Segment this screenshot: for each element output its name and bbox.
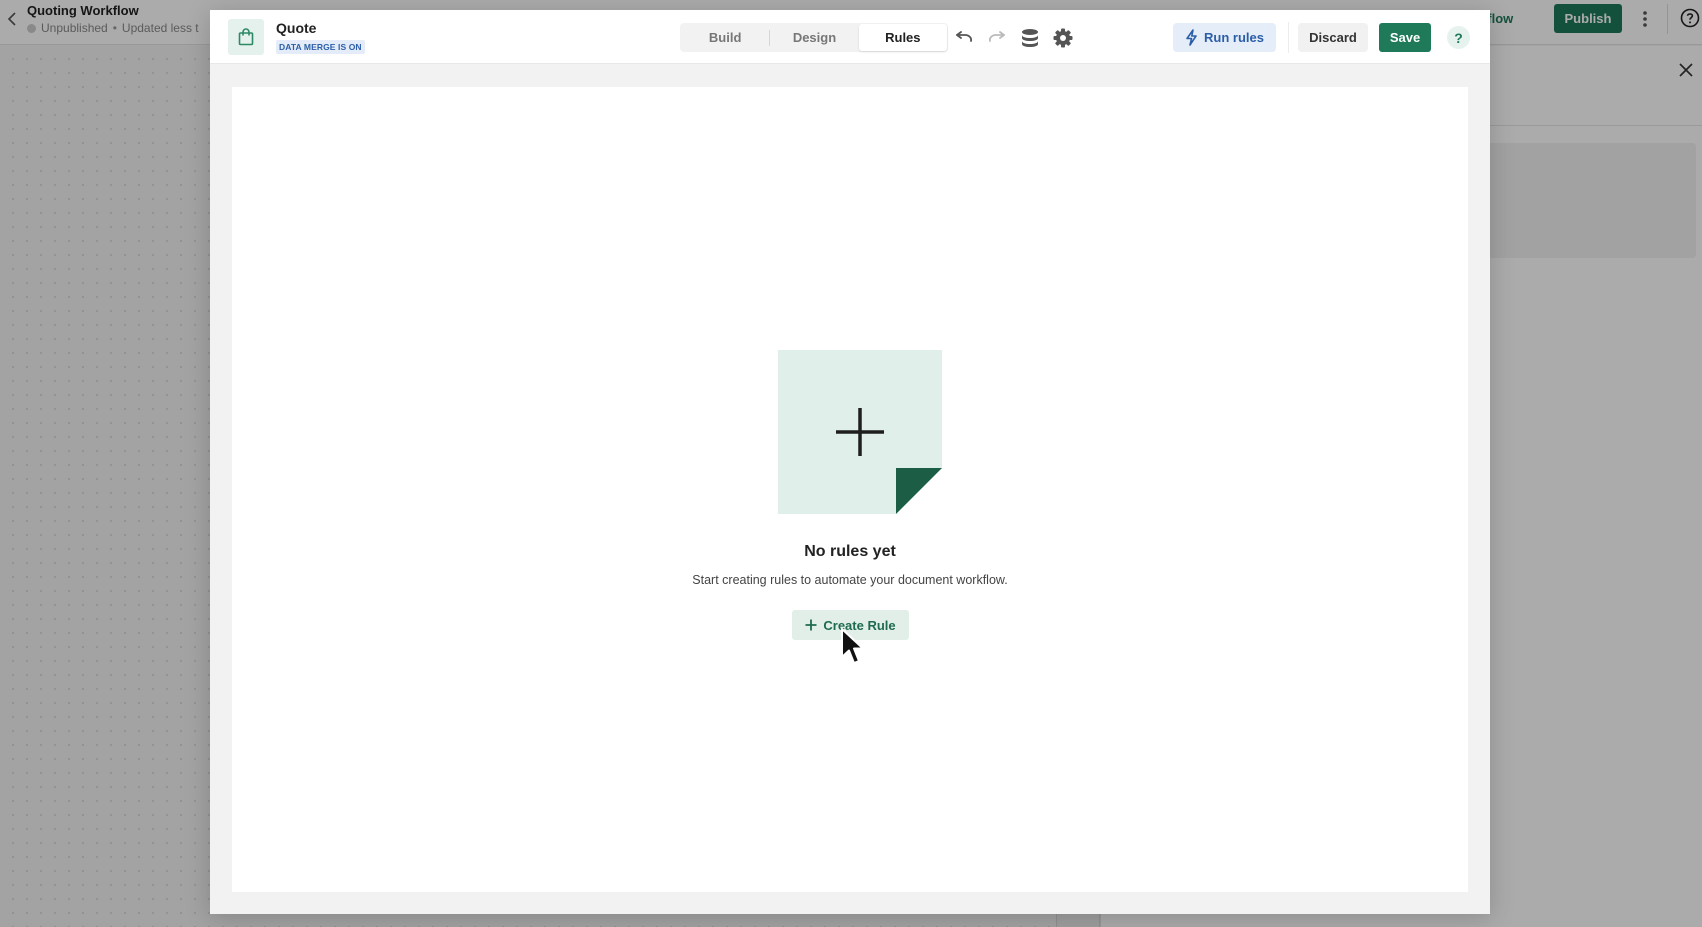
shopping-bag-icon: [238, 28, 254, 46]
modal-header: Quote DATA MERGE IS ON Build Design Rule…: [210, 10, 1490, 64]
document-type-badge: [228, 19, 264, 55]
empty-rules-illustration: [778, 350, 942, 514]
database-icon: [1022, 29, 1038, 47]
lightning-bolt-icon: [1186, 29, 1197, 46]
toolbar-divider: [1288, 22, 1289, 53]
settings-button[interactable]: [1052, 27, 1074, 49]
editor-tabs: Build Design Rules: [680, 23, 948, 52]
data-merge-badge: DATA MERGE IS ON: [276, 40, 365, 54]
empty-state-title: No rules yet: [804, 543, 896, 560]
rules-editor-modal: Quote DATA MERGE IS ON Build Design Rule…: [210, 10, 1490, 914]
plus-icon: [805, 619, 817, 631]
data-source-button[interactable]: [1019, 27, 1041, 49]
discard-button[interactable]: Discard: [1298, 23, 1368, 52]
create-rule-label: Create Rule: [823, 617, 896, 633]
tab-build[interactable]: Build: [681, 24, 769, 51]
document-title: Quote: [276, 20, 317, 36]
undo-icon: [956, 31, 972, 42]
rules-canvas: No rules yet Start creating rules to aut…: [232, 87, 1468, 892]
redo-button[interactable]: [986, 27, 1008, 49]
run-rules-label: Run rules: [1204, 30, 1264, 45]
create-rule-button[interactable]: Create Rule: [792, 610, 909, 640]
tab-design[interactable]: Design: [770, 24, 858, 51]
run-rules-button[interactable]: Run rules: [1173, 23, 1276, 52]
help-button[interactable]: ?: [1447, 26, 1470, 49]
undo-button[interactable]: [953, 27, 975, 49]
gear-icon: [1053, 28, 1073, 48]
save-button[interactable]: Save: [1379, 23, 1431, 52]
note-fold-shape: [896, 468, 942, 514]
redo-icon: [989, 31, 1005, 42]
tab-rules[interactable]: Rules: [858, 24, 947, 51]
empty-state-description: Start creating rules to automate your do…: [692, 573, 1008, 587]
